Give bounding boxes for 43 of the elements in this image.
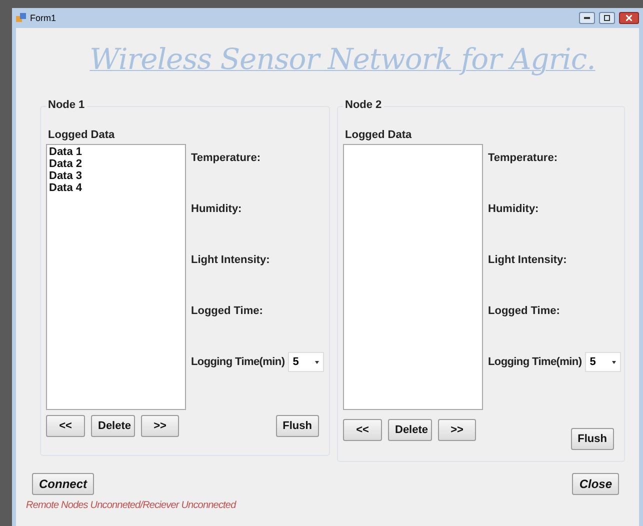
maximize-button[interactable]: [599, 12, 615, 24]
delete-button[interactable]: Delete: [91, 415, 135, 437]
status-message: Remote Nodes Unconneted/Reciever Unconnected: [26, 500, 238, 511]
close-button[interactable]: [619, 12, 639, 24]
field-label: Logged Time:: [488, 305, 560, 317]
minimize-icon: [584, 17, 590, 19]
close-icon: [626, 15, 632, 21]
connect-button[interactable]: Connect: [32, 473, 94, 495]
close-form-button[interactable]: Close: [572, 473, 619, 495]
flush-button[interactable]: Flush: [570, 428, 614, 450]
field-label: Temperature:: [191, 152, 260, 164]
list-label: Logged Data: [48, 129, 116, 141]
field-label: Humidity:: [191, 203, 242, 215]
logged-data-list[interactable]: Data 1 Data 2 Data 3 Data 4: [46, 144, 186, 410]
interval-dropdown[interactable]: 5: [584, 352, 621, 372]
field-label: Light Intensity:: [191, 254, 270, 266]
field-label: Temperature:: [488, 152, 558, 164]
window-title: Form1: [30, 13, 56, 23]
list-item[interactable]: Data 1: [49, 146, 183, 158]
flush-button[interactable]: Flush: [276, 415, 319, 437]
list-item[interactable]: Data 3: [49, 170, 183, 182]
maximize-icon: [604, 15, 610, 21]
interval-dropdown[interactable]: 5: [288, 352, 324, 372]
dropdown-arrow-icon: [314, 360, 319, 364]
interval-label: Logging Time(min): [191, 356, 285, 368]
group-title: Node 2: [343, 99, 384, 111]
list-item[interactable]: Data 2: [49, 158, 183, 170]
app-icon: [16, 13, 26, 23]
previous-button[interactable]: <<: [46, 415, 85, 437]
list-label: Logged Data: [345, 129, 413, 141]
interval-label: Logging Time(min): [488, 356, 582, 368]
next-button[interactable]: >>: [438, 419, 476, 441]
previous-button[interactable]: <<: [343, 419, 382, 441]
field-label: Humidity:: [488, 203, 539, 215]
list-item[interactable]: Data 4: [49, 182, 183, 194]
field-label: Light Intensity:: [488, 254, 567, 266]
delete-button[interactable]: Delete: [388, 419, 432, 441]
dropdown-arrow-icon: [612, 360, 616, 364]
group-title: Node 1: [46, 99, 87, 111]
next-button[interactable]: >>: [141, 415, 179, 437]
field-label: Logged Time:: [191, 305, 263, 317]
app-heading: Wireless Sensor Network for Agric.: [90, 42, 596, 76]
minimize-button[interactable]: [579, 12, 595, 24]
